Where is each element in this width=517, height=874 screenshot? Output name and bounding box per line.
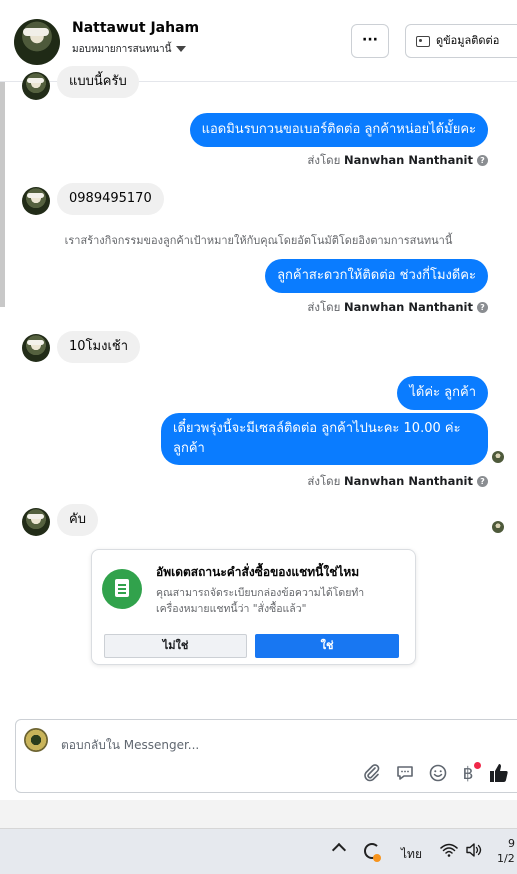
help-icon[interactable]: ? [477, 476, 488, 487]
no-button[interactable]: ไม่ใช่ [104, 634, 247, 658]
help-icon[interactable]: ? [477, 302, 488, 313]
input-language[interactable]: ไทย [401, 845, 422, 864]
show-hidden-icons-chevron-icon[interactable] [331, 842, 347, 858]
window-bottom-gap [0, 800, 517, 828]
sent-by-label: ส่งโดย Nanwhan Nanthanit? [307, 152, 488, 170]
windows-taskbar: ไทย 9 1/2 [0, 828, 517, 874]
notification-dot [474, 762, 481, 769]
contact-message-avatar [22, 187, 50, 215]
sent-by-label: ส่งโดย Nanwhan Nanthanit? [307, 473, 488, 491]
thumbs-up-icon[interactable] [488, 762, 510, 784]
sender-name: Nanwhan Nanthanit [344, 474, 473, 488]
contact-message-avatar [22, 334, 50, 362]
order-prompt-title: อัพเดตสถานะคำสั่งซื้อของแชทนี้ใช่ไหม [156, 565, 360, 579]
sent-by-prefix: ส่งโดย [307, 300, 341, 314]
emoji-icon[interactable] [427, 763, 449, 785]
paperclip-icon[interactable] [361, 763, 383, 785]
sync-warning-dot [373, 854, 381, 862]
wifi-icon[interactable] [440, 842, 458, 861]
messenger-window: Nattawut Jaham มอบหมายการสนทนานี้ ··· ดู… [0, 0, 517, 874]
clock-time[interactable]: 9 [508, 837, 515, 850]
outgoing-message: ลูกค้าสะดวกให้ติดต่อ ช่วงกี่โมงดีคะ [265, 259, 488, 293]
outgoing-message: เดี๋ยวพรุ่งนี้จะมีเซลล์ติดต่อ ลูกค้าไปนะ… [161, 413, 488, 465]
contact-message-avatar [22, 508, 50, 536]
reply-input[interactable]: ตอบกลับใน Messenger... [61, 736, 199, 755]
seen-avatar-icon [492, 451, 504, 463]
order-receipt-icon [102, 569, 142, 609]
clock-date[interactable]: 1/2 [497, 852, 515, 865]
scrollbar-track[interactable] [0, 82, 5, 307]
outgoing-message: แอดมินรบกวนขอเบอร์ติดต่อ ลูกค้าหน่อยได้ม… [189, 113, 488, 147]
seen-avatar-icon [492, 521, 504, 533]
sent-by-label: ส่งโดย Nanwhan Nanthanit? [307, 299, 488, 317]
saved-reply-icon[interactable] [394, 763, 416, 785]
incoming-message: คับ [57, 504, 98, 536]
outgoing-message: ได้ค่ะ ลูกค้า [397, 376, 488, 410]
reply-composer[interactable]: ตอบกลับใน Messenger... ฿ [15, 719, 517, 793]
incoming-message: 0989495170 [57, 183, 164, 215]
help-icon[interactable]: ? [477, 155, 488, 166]
order-status-prompt: อัพเดตสถานะคำสั่งซื้อของแชทนี้ใช่ไหม คุณ… [91, 549, 416, 665]
yes-button[interactable]: ใช่ [255, 634, 399, 658]
system-activity-note: เราสร้างกิจกรรมของลูกค้าเป้าหมายให้กับคุ… [64, 234, 453, 247]
volume-icon[interactable] [465, 842, 483, 861]
sent-by-prefix: ส่งโดย [307, 474, 341, 488]
sender-name: Nanwhan Nanthanit [344, 300, 473, 314]
page-avatar [24, 728, 48, 752]
sender-name: Nanwhan Nanthanit [344, 153, 473, 167]
sent-by-prefix: ส่งโดย [307, 153, 341, 167]
header-overlay [0, 0, 517, 82]
incoming-message: 10โมงเช้า [57, 331, 141, 363]
order-prompt-description: คุณสามารถจัดระเบียบกล่องข้อความได้โดยทำเ… [156, 587, 365, 615]
